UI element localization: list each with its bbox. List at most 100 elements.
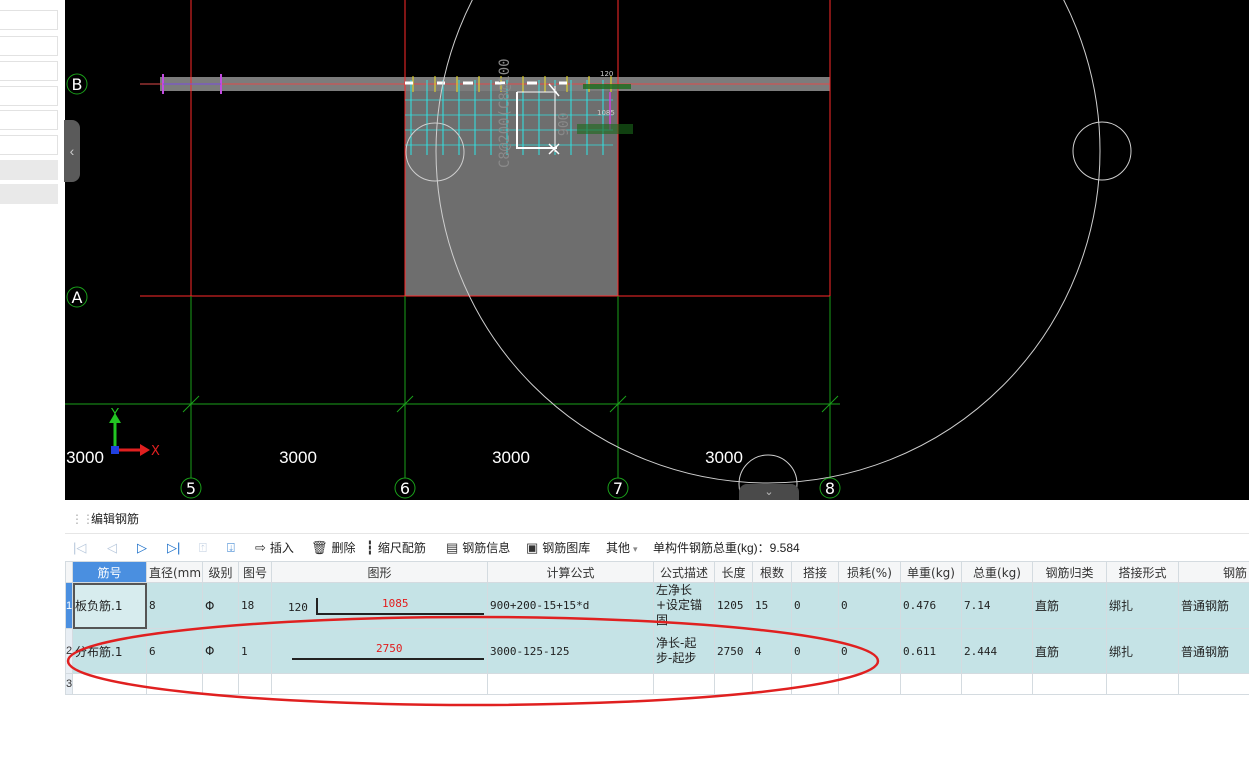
axis-label-a: A bbox=[72, 288, 83, 307]
length-cell[interactable]: 1205 bbox=[714, 582, 753, 629]
first-record-button[interactable]: |◁ bbox=[73, 536, 90, 560]
shape-number-cell[interactable]: 1 bbox=[238, 628, 272, 674]
unit-weight-cell[interactable]: 0.476 bbox=[900, 582, 962, 629]
property-field[interactable] bbox=[0, 184, 58, 204]
table-row[interactable]: 1 板负筋.1 8 Φ 18 120 1085 900+200-15+15*d … bbox=[65, 582, 1249, 629]
column-header[interactable]: 筋号 bbox=[72, 561, 147, 583]
column-header[interactable]: 钢筋 bbox=[1178, 561, 1249, 583]
dimension-900: 900 bbox=[557, 113, 572, 136]
loss-cell[interactable]: 0 bbox=[838, 628, 901, 674]
column-header[interactable]: 损耗(%) bbox=[838, 561, 901, 583]
collapse-panel-handle[interactable]: ‹ bbox=[64, 120, 80, 182]
previous-record-button[interactable]: ◁ bbox=[107, 536, 121, 560]
count-cell[interactable]: 15 bbox=[752, 582, 792, 629]
total-weight-label: 单构件钢筋总重(kg)： bbox=[653, 541, 770, 555]
category-cell[interactable]: 直筋 bbox=[1032, 582, 1107, 629]
chevron-down-icon: ⌄ bbox=[764, 486, 774, 498]
move-down-button[interactable]: ⍗ bbox=[227, 536, 239, 560]
next-record-button[interactable]: ▷ bbox=[137, 536, 151, 560]
column-header[interactable]: 公式描述 bbox=[653, 561, 715, 583]
unit-weight-cell[interactable]: 0.611 bbox=[900, 628, 962, 674]
shape-main-line bbox=[316, 612, 484, 615]
divider bbox=[65, 533, 1249, 534]
property-field[interactable] bbox=[0, 61, 58, 81]
category-cell[interactable]: 直筋 bbox=[1032, 628, 1107, 674]
rebar-table: 筋号 直径(mm) 级别 图号 图形 计算公式 公式描述 长度 根数 搭接 损耗… bbox=[65, 561, 1249, 695]
info-icon: ▤ bbox=[446, 540, 459, 555]
drag-grip-icon[interactable]: ⋮⋮ bbox=[71, 508, 94, 530]
rebar-info-button[interactable]: ▤ 钢筋信息 bbox=[446, 536, 510, 560]
shape-number-cell[interactable]: 18 bbox=[238, 582, 272, 629]
rebar-spec-label: C8@200(C8@100 bbox=[497, 58, 513, 168]
trash-icon: 🗑 bbox=[311, 540, 328, 555]
lap-cell[interactable]: 0 bbox=[791, 628, 839, 674]
property-field[interactable] bbox=[0, 10, 58, 30]
rebar-shape-diagram: 120 1085 bbox=[274, 584, 485, 628]
lap-type-cell[interactable]: 绑扎 bbox=[1106, 582, 1179, 629]
diameter-cell[interactable]: 8 bbox=[146, 582, 203, 629]
rebar-name-cell[interactable]: 板负筋.1 bbox=[72, 582, 147, 629]
rebar-type-cell[interactable]: 普通钢筋 bbox=[1178, 628, 1249, 674]
ruler-icon: ┇ bbox=[366, 540, 374, 555]
table-row[interactable]: 2 分布筋.1 6 Φ 1 2750 3000-125-125 净长-起步-起步… bbox=[65, 628, 1249, 674]
column-header[interactable]: 总重(kg) bbox=[961, 561, 1033, 583]
row-number[interactable]: 3 bbox=[65, 673, 73, 695]
column-header[interactable]: 搭接 bbox=[791, 561, 839, 583]
shape-main-length: 2750 bbox=[376, 642, 403, 655]
row-number[interactable]: 1 bbox=[65, 582, 73, 629]
column-header[interactable]: 根数 bbox=[752, 561, 792, 583]
rebar-library-button[interactable]: ▣ 钢筋图库 bbox=[526, 536, 590, 560]
column-header[interactable]: 钢筋归类 bbox=[1032, 561, 1107, 583]
shape-cell[interactable]: 120 1085 bbox=[271, 582, 488, 629]
column-header[interactable]: 图号 bbox=[238, 561, 272, 583]
property-field[interactable] bbox=[0, 135, 58, 155]
formula-description-cell[interactable]: 净长-起步-起步 bbox=[653, 628, 715, 674]
column-header[interactable]: 单重(kg) bbox=[900, 561, 962, 583]
left-property-panel bbox=[0, 0, 66, 781]
grade-cell[interactable]: Φ bbox=[202, 628, 239, 674]
scale-rebar-label: 缩尺配筋 bbox=[377, 541, 426, 555]
rebar-type-cell[interactable]: 普通钢筋 bbox=[1178, 582, 1249, 629]
next-icon: ▷ bbox=[137, 540, 147, 555]
column-header[interactable]: 直径(mm) bbox=[146, 561, 203, 583]
column-header[interactable]: 计算公式 bbox=[487, 561, 654, 583]
diameter-cell[interactable]: 6 bbox=[146, 628, 203, 674]
length-cell[interactable]: 2750 bbox=[714, 628, 753, 674]
other-label: 其他 bbox=[606, 541, 631, 555]
formula-cell[interactable]: 3000-125-125 bbox=[487, 628, 654, 674]
panel-title-bar[interactable]: ⋮⋮ 编辑钢筋 bbox=[65, 508, 1249, 530]
lap-cell[interactable]: 0 bbox=[791, 582, 839, 629]
property-field[interactable] bbox=[0, 160, 58, 180]
other-dropdown[interactable]: 其他 ▾ bbox=[606, 536, 638, 560]
grade-cell[interactable]: Φ bbox=[202, 582, 239, 629]
count-cell[interactable]: 4 bbox=[752, 628, 792, 674]
row-number[interactable]: 2 bbox=[65, 628, 73, 674]
lap-type-cell[interactable]: 绑扎 bbox=[1106, 628, 1179, 674]
loss-cell[interactable]: 0 bbox=[838, 582, 901, 629]
total-weight-cell[interactable]: 2.444 bbox=[961, 628, 1033, 674]
insert-button[interactable]: ⇨ 插入 bbox=[255, 536, 294, 560]
move-up-button[interactable]: ⍐ bbox=[199, 536, 211, 560]
scale-rebar-button[interactable]: ┇ 缩尺配筋 bbox=[366, 536, 426, 560]
column-header[interactable]: 级别 bbox=[202, 561, 239, 583]
expand-bottom-panel-handle[interactable]: ⌄ bbox=[739, 484, 799, 500]
column-header[interactable]: 长度 bbox=[714, 561, 753, 583]
shape-cell[interactable]: 2750 bbox=[271, 628, 488, 674]
rebar-info-label: 钢筋信息 bbox=[462, 541, 511, 555]
property-field[interactable] bbox=[0, 86, 58, 106]
column-header[interactable]: 图形 bbox=[271, 561, 488, 583]
chevron-left-icon: ‹ bbox=[69, 143, 75, 159]
total-weight-cell[interactable]: 7.14 bbox=[961, 582, 1033, 629]
column-header[interactable]: 搭接形式 bbox=[1106, 561, 1179, 583]
last-record-button[interactable]: ▷| bbox=[167, 536, 184, 560]
rebar-name-cell[interactable]: 分布筋.1 bbox=[72, 628, 147, 674]
property-field[interactable] bbox=[0, 110, 58, 130]
total-weight: 单构件钢筋总重(kg)：9.584 bbox=[653, 536, 800, 560]
property-field[interactable] bbox=[0, 36, 58, 56]
cad-drawing-canvas[interactable]: C8@200(C8@100 900 120 1085 B A 5 6 7 8 3… bbox=[65, 0, 1249, 500]
formula-cell[interactable]: 900+200-15+15*d bbox=[487, 582, 654, 629]
delete-button[interactable]: 🗑 删除 bbox=[311, 536, 356, 560]
delete-label: 删除 bbox=[331, 541, 356, 555]
formula-description-cell[interactable]: 左净长+设定锚固 bbox=[653, 582, 715, 629]
table-row-empty[interactable]: 3 bbox=[65, 673, 1249, 695]
